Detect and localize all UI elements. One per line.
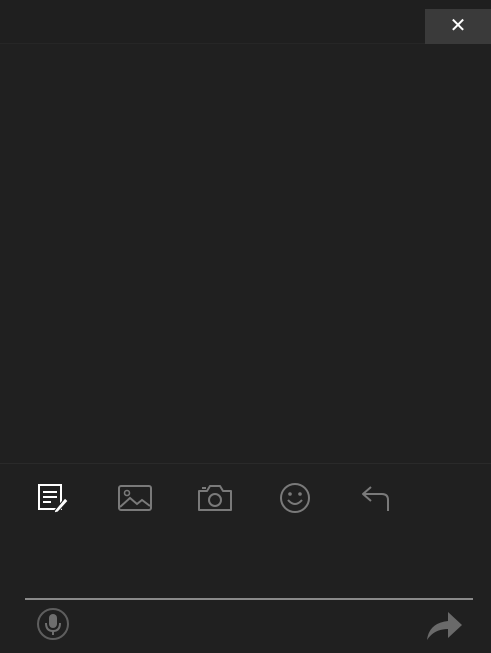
- composer-toolbar: [0, 470, 491, 520]
- undo-arrow-icon: [362, 486, 389, 511]
- smiley-icon: [280, 483, 310, 513]
- microphone-button[interactable]: [36, 607, 70, 641]
- text-input-area[interactable]: [0, 525, 491, 595]
- title-bar: [0, 0, 491, 44]
- send-arrow-icon: [427, 612, 462, 640]
- close-button[interactable]: ✕: [425, 9, 491, 44]
- send-button[interactable]: [424, 607, 464, 643]
- microphone-icon: [37, 608, 69, 640]
- note-composer-window: ✕: [0, 0, 491, 653]
- undo-tool-button[interactable]: [355, 478, 395, 518]
- camera-tool-button[interactable]: [195, 478, 235, 518]
- toolbar-divider: [0, 463, 491, 464]
- image-icon: [118, 485, 152, 511]
- image-tool-button[interactable]: [115, 478, 155, 518]
- drawing-canvas[interactable]: [0, 45, 491, 463]
- edit-note-icon: [38, 484, 69, 513]
- edit-note-tool-button[interactable]: [34, 478, 74, 518]
- input-underline: [25, 598, 473, 600]
- camera-icon: [198, 485, 232, 511]
- emoji-tool-button[interactable]: [275, 478, 315, 518]
